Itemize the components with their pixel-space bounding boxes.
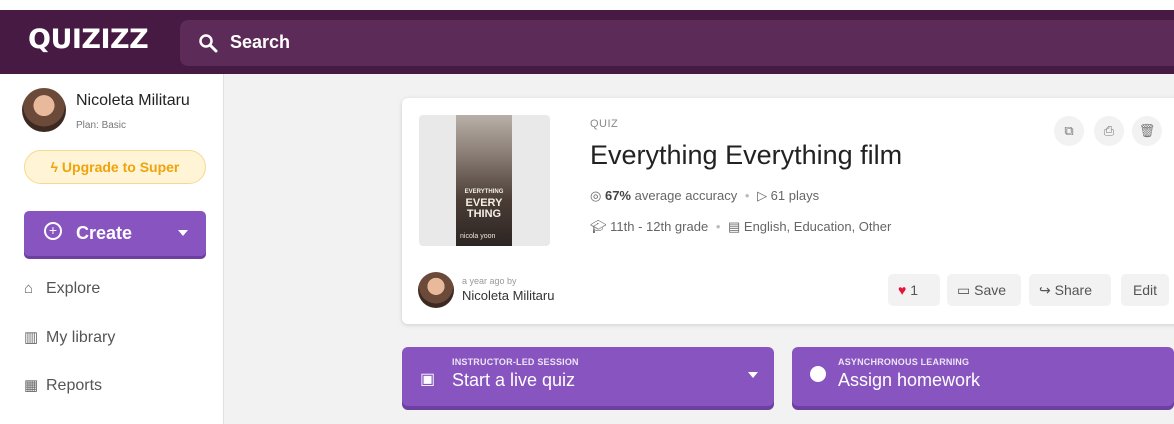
like-count: 1 (910, 282, 918, 298)
author-avatar[interactable] (418, 272, 454, 308)
chevron-down-icon[interactable] (178, 230, 188, 236)
action-label: Start a live quiz (452, 370, 576, 390)
graduation-cap-icon: 🎓︎ (590, 219, 611, 234)
user-avatar[interactable] (22, 88, 66, 132)
quiz-title: Everything Everything film (590, 140, 903, 170)
create-label: Create (76, 223, 133, 243)
user-name[interactable]: Nicoleta Militaru (76, 92, 190, 110)
create-button[interactable]: + Create (24, 211, 206, 256)
accuracy-label: average accuracy (634, 188, 738, 203)
quizizz-logo[interactable]: QUIZIZZ (28, 24, 149, 55)
sidebar-item-label: My library (46, 329, 116, 346)
user-plan: Plan: Basic (76, 120, 127, 131)
explore-icon: ⌂ (24, 280, 34, 297)
clock-icon (810, 366, 826, 382)
grade-range: 11th - 12th grade (610, 219, 709, 234)
edit-button[interactable]: Edit (1121, 274, 1169, 306)
sidebar-item-reports[interactable]: ▦ Reports (24, 376, 102, 395)
share-icon: ↪ (1039, 282, 1055, 298)
sidebar: Nicoleta Militaru Plan: Basic ϟ Upgrade … (0, 74, 224, 424)
save-button[interactable]: ▭ Save (947, 274, 1021, 306)
quiz-cover-image: EVERYTHING EVERY THING nicola yoon (419, 115, 550, 246)
share-label: Share (1054, 282, 1092, 298)
action-eyebrow: ASYNCHRONOUS LEARNING (838, 357, 970, 367)
sidebar-item-label: Reports (46, 377, 103, 394)
lightning-icon: ϟ (50, 159, 62, 175)
accuracy-icon: ◎ (590, 188, 605, 203)
action-label: Assign homework (838, 370, 981, 390)
search-placeholder[interactable]: Search (230, 32, 290, 53)
library-icon: ▥ (24, 329, 39, 346)
author-name[interactable]: Nicoleta Militaru (462, 288, 554, 303)
cover-author: nicola yoon (460, 233, 496, 240)
play-icon: ▷ (757, 188, 771, 203)
start-live-quiz-button[interactable]: ▣ INSTRUCTOR-LED SESSION Start a live qu… (402, 347, 774, 406)
heart-icon: ♥ (898, 282, 907, 298)
folder-icon: ▭ (957, 282, 975, 298)
subjects: English, Education, Other (743, 219, 892, 234)
assign-homework-button[interactable]: ASYNCHRONOUS LEARNING Assign homework (792, 347, 1174, 406)
save-label: Save (974, 282, 1007, 298)
quiz-type: QUIZ (590, 118, 619, 130)
sidebar-item-my-library[interactable]: ▥ My library (24, 328, 115, 347)
book-cover: EVERYTHING EVERY THING nicola yoon (456, 115, 512, 246)
copy-icon[interactable]: ⧉ (1054, 116, 1084, 146)
subject-icon: ▤ (728, 219, 744, 234)
like-button[interactable]: ♥ 1 (888, 274, 940, 306)
chevron-down-icon[interactable] (748, 372, 758, 378)
plus-icon: + (44, 222, 62, 240)
share-button[interactable]: ↪ Share (1029, 274, 1111, 306)
quiz-tags: 🎓︎ 11th - 12th grade • ▤ English, Educat… (590, 219, 892, 234)
search-icon (199, 34, 218, 53)
sidebar-item-label: Explore (46, 280, 101, 297)
top-strip (0, 0, 1174, 10)
quiz-stats: ◎ 67% average accuracy • ▷ 61 plays (590, 188, 820, 203)
print-icon[interactable]: ⎙ (1094, 116, 1124, 146)
upgrade-label: Upgrade to Super (61, 159, 180, 175)
reports-icon: ▦ (24, 377, 39, 394)
action-eyebrow: INSTRUCTOR-LED SESSION (452, 357, 579, 367)
quiz-card: EVERYTHING EVERY THING nicola yoon QUIZ … (402, 98, 1174, 324)
presentation-icon: ▣ (420, 371, 436, 388)
sidebar-item-explore[interactable]: ⌂ Explore (24, 280, 100, 298)
cover-title-line: THING (466, 208, 502, 220)
accuracy-value: 67% (604, 188, 631, 203)
search-bar[interactable]: Search (180, 20, 1174, 66)
upgrade-button[interactable]: ϟ Upgrade to Super (24, 150, 206, 184)
created-ago: a year ago by (462, 276, 517, 286)
plays-count: 61 plays (770, 188, 820, 203)
delete-icon[interactable]: 🗑︎ (1132, 116, 1162, 146)
